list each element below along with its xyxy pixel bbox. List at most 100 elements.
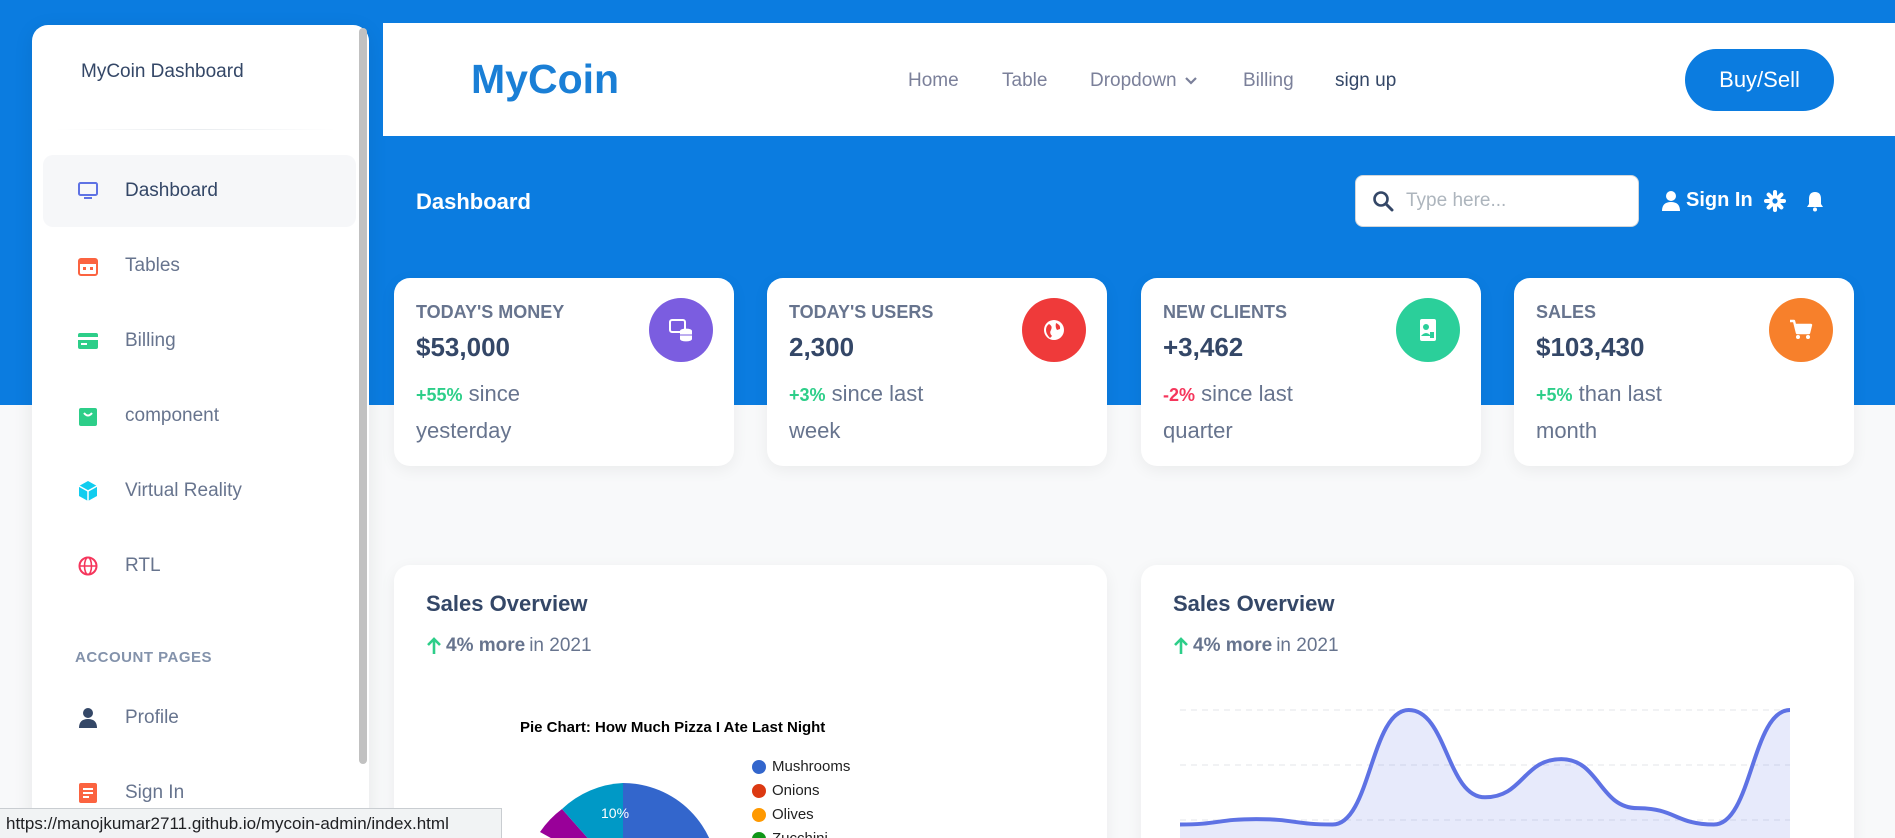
cube-icon: [77, 480, 99, 502]
legend-item: Mushrooms: [752, 758, 850, 775]
coins-icon: [669, 319, 692, 342]
user-icon: [1662, 190, 1680, 211]
stat-value: +3,462: [1163, 332, 1244, 362]
sidebar-brand[interactable]: MyCoin Dashboard: [81, 61, 244, 83]
account-pages-heading: ACCOUNT PAGES: [75, 649, 213, 666]
panel-subtitle: 4% more in 2021: [1173, 635, 1339, 657]
stat-title: SALES: [1536, 302, 1597, 322]
stat-card-money: TODAY'S MONEY $53,000 +55% since yesterd…: [394, 278, 734, 466]
stat-change: +55% since yesterday: [416, 376, 576, 448]
pie-slice-mushrooms[interactable]: [623, 783, 718, 838]
arrow-up-icon: [1174, 637, 1188, 654]
buy-sell-button[interactable]: Buy/Sell: [1685, 49, 1834, 111]
stat-badge: [1396, 298, 1460, 362]
stat-change-percent: +5%: [1536, 385, 1573, 405]
top-navbar: MyCoin Home Table Dropdown Billing sign …: [383, 23, 1895, 136]
globe-icon: [1044, 320, 1064, 340]
legend-swatch: [752, 807, 766, 822]
sidebar-item-label: Profile: [125, 707, 179, 728]
document-icon: [77, 782, 99, 804]
nav-link-billing[interactable]: Billing: [1243, 70, 1294, 92]
legend-label: Onions: [772, 782, 820, 799]
document-icon: [1420, 319, 1436, 341]
sidebar-item-label: Billing: [125, 330, 176, 351]
sidebar-item-label: component: [125, 405, 220, 426]
chevron-down-icon: [1184, 77, 1197, 85]
stat-card-sales: SALES $103,430 +5% than last month: [1514, 278, 1854, 466]
sidebar-item-rtl[interactable]: RTL: [43, 530, 356, 602]
sidebar-item-component[interactable]: component: [43, 380, 356, 452]
legend-swatch: [752, 831, 766, 838]
panel-subtitle: 4% more in 2021: [426, 635, 592, 657]
globe-icon: [77, 555, 99, 577]
stat-value: 2,300: [789, 332, 855, 362]
stat-title: NEW CLIENTS: [1163, 302, 1287, 322]
stat-change-percent: -2%: [1163, 385, 1196, 405]
legend-label: Mushrooms: [772, 758, 851, 775]
legend-item: Zucchini: [752, 830, 828, 838]
stat-value: $53,000: [416, 332, 510, 362]
sidebar-item-label: RTL: [125, 555, 161, 576]
page-title: Dashboard: [416, 189, 531, 214]
search-input[interactable]: [1406, 190, 1626, 212]
search-box: [1355, 175, 1639, 227]
nav-link-table[interactable]: Table: [1002, 70, 1047, 92]
stat-change: +3% since last week: [789, 376, 949, 448]
shopping-bag-icon: [77, 405, 99, 427]
legend-label: Olives: [772, 806, 814, 823]
panel-change-suffix: in 2021: [529, 635, 592, 656]
sidebar-item-label: Dashboard: [125, 180, 218, 201]
gear-icon[interactable]: [1764, 190, 1786, 212]
brand-logo[interactable]: MyCoin: [471, 56, 619, 103]
stat-badge: [649, 298, 713, 362]
bell-icon[interactable]: [1804, 190, 1826, 212]
stat-card-clients: NEW CLIENTS +3,462 -2% since last quarte…: [1141, 278, 1481, 466]
stat-badge: [1022, 298, 1086, 362]
sidebar-item-label: Sign In: [125, 782, 185, 803]
stat-change-percent: +55%: [416, 385, 463, 405]
legend-item: Onions: [752, 782, 820, 799]
stat-change: +5% than last month: [1536, 376, 1696, 448]
sidebar-divider: [56, 129, 336, 130]
nav-link-sign-up[interactable]: sign up: [1335, 70, 1396, 92]
sidebar-scrollbar[interactable]: [359, 28, 367, 764]
sidebar-item-dashboard[interactable]: Dashboard: [43, 155, 356, 227]
arrow-up-icon: [427, 637, 441, 654]
legend-label: Zucchini: [772, 830, 828, 838]
stat-value: $103,430: [1536, 332, 1645, 362]
cart-icon: [1790, 319, 1813, 339]
calendar-icon: [77, 255, 99, 277]
desktop-icon: [77, 180, 99, 202]
stat-title: TODAY'S USERS: [789, 302, 934, 322]
sidebar-item-virtual-reality[interactable]: Virtual Reality: [43, 455, 356, 527]
legend-swatch: [752, 783, 766, 798]
sign-in-label: Sign In: [1686, 189, 1753, 211]
sidebar-item-billing[interactable]: Billing: [43, 305, 356, 377]
panel-title: Sales Overview: [426, 591, 588, 616]
credit-card-icon: [77, 330, 99, 352]
sidebar-item-tables[interactable]: Tables: [43, 230, 356, 302]
stat-title: TODAY'S MONEY: [416, 302, 565, 322]
stat-change: -2% since last quarter: [1163, 376, 1323, 448]
sign-in-link[interactable]: Sign In: [1662, 189, 1753, 212]
pie-slice-label: 10%: [601, 805, 629, 821]
nav-dropdown-label: Dropdown: [1090, 70, 1177, 91]
sidebar-item-profile[interactable]: Profile: [43, 682, 356, 754]
panel-title: Sales Overview: [1173, 591, 1335, 616]
nav-link-home[interactable]: Home: [908, 70, 959, 92]
sales-overview-pie-panel: Sales Overview 4% more in 2021: [394, 565, 1107, 838]
legend-item: Olives: [752, 806, 814, 823]
stat-change-percent: +3%: [789, 385, 826, 405]
pie-chart-title: Pie Chart: How Much Pizza I Ate Last Nig…: [520, 719, 826, 736]
legend-swatch: [752, 759, 766, 774]
panel-change: 4% more: [1193, 635, 1273, 656]
status-bar-url: https://manojkumar2711.github.io/mycoin-…: [0, 808, 502, 838]
stat-badge: [1769, 298, 1833, 362]
panel-change-suffix: in 2021: [1276, 635, 1339, 656]
area-chart: [1179, 707, 1791, 838]
nav-dropdown[interactable]: Dropdown: [1090, 70, 1197, 92]
panel-change: 4% more: [446, 635, 526, 656]
sidebar-item-label: Tables: [125, 255, 180, 276]
sidebar: MyCoin Dashboard Dashboard Tables Billin…: [32, 25, 369, 838]
search-icon: [1373, 191, 1394, 212]
